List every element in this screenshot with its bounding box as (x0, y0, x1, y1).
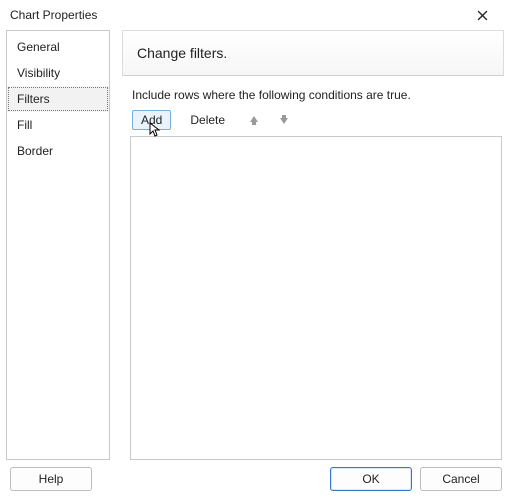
add-button-label: Add (141, 113, 162, 127)
ok-button[interactable]: OK (330, 467, 412, 491)
dialog-body: General Visibility Filters Fill Border C… (0, 30, 510, 460)
move-down-button[interactable] (274, 110, 294, 130)
window-title: Chart Properties (10, 8, 462, 22)
sidebar-item-label: Fill (17, 118, 32, 132)
chart-properties-dialog: Chart Properties General Visibility Filt… (0, 0, 510, 504)
sidebar-item-border[interactable]: Border (7, 138, 109, 164)
add-button[interactable]: Add (132, 110, 171, 130)
delete-button-label: Delete (190, 113, 225, 127)
dialog-footer: Help OK Cancel (0, 460, 510, 504)
sidebar-item-label: Filters (17, 92, 50, 106)
titlebar: Chart Properties (0, 0, 510, 30)
panel-heading: Change filters. (122, 30, 504, 76)
panel-content: Include rows where the following conditi… (122, 76, 504, 460)
sidebar-item-visibility[interactable]: Visibility (7, 60, 109, 86)
sidebar: General Visibility Filters Fill Border (6, 30, 110, 460)
filter-instruction: Include rows where the following conditi… (132, 88, 504, 102)
cancel-button-label: Cancel (442, 472, 479, 486)
sidebar-item-fill[interactable]: Fill (7, 112, 109, 138)
help-button[interactable]: Help (10, 467, 92, 491)
close-icon (477, 10, 488, 21)
sidebar-item-general[interactable]: General (7, 34, 109, 60)
help-button-label: Help (39, 472, 64, 486)
ok-button-label: OK (362, 472, 379, 486)
arrow-up-icon (248, 114, 260, 126)
filter-conditions-list[interactable] (130, 136, 502, 460)
close-button[interactable] (462, 1, 502, 29)
move-up-button[interactable] (244, 110, 264, 130)
sidebar-item-label: Border (17, 144, 53, 158)
sidebar-item-filters[interactable]: Filters (7, 86, 109, 112)
arrow-down-icon (278, 114, 290, 126)
main-panel: Change filters. Include rows where the f… (122, 30, 504, 460)
cancel-button[interactable]: Cancel (420, 467, 502, 491)
filter-toolbar: Add Delete (132, 110, 504, 130)
delete-button[interactable]: Delete (181, 110, 234, 130)
sidebar-item-label: Visibility (17, 66, 60, 80)
sidebar-item-label: General (17, 40, 60, 54)
